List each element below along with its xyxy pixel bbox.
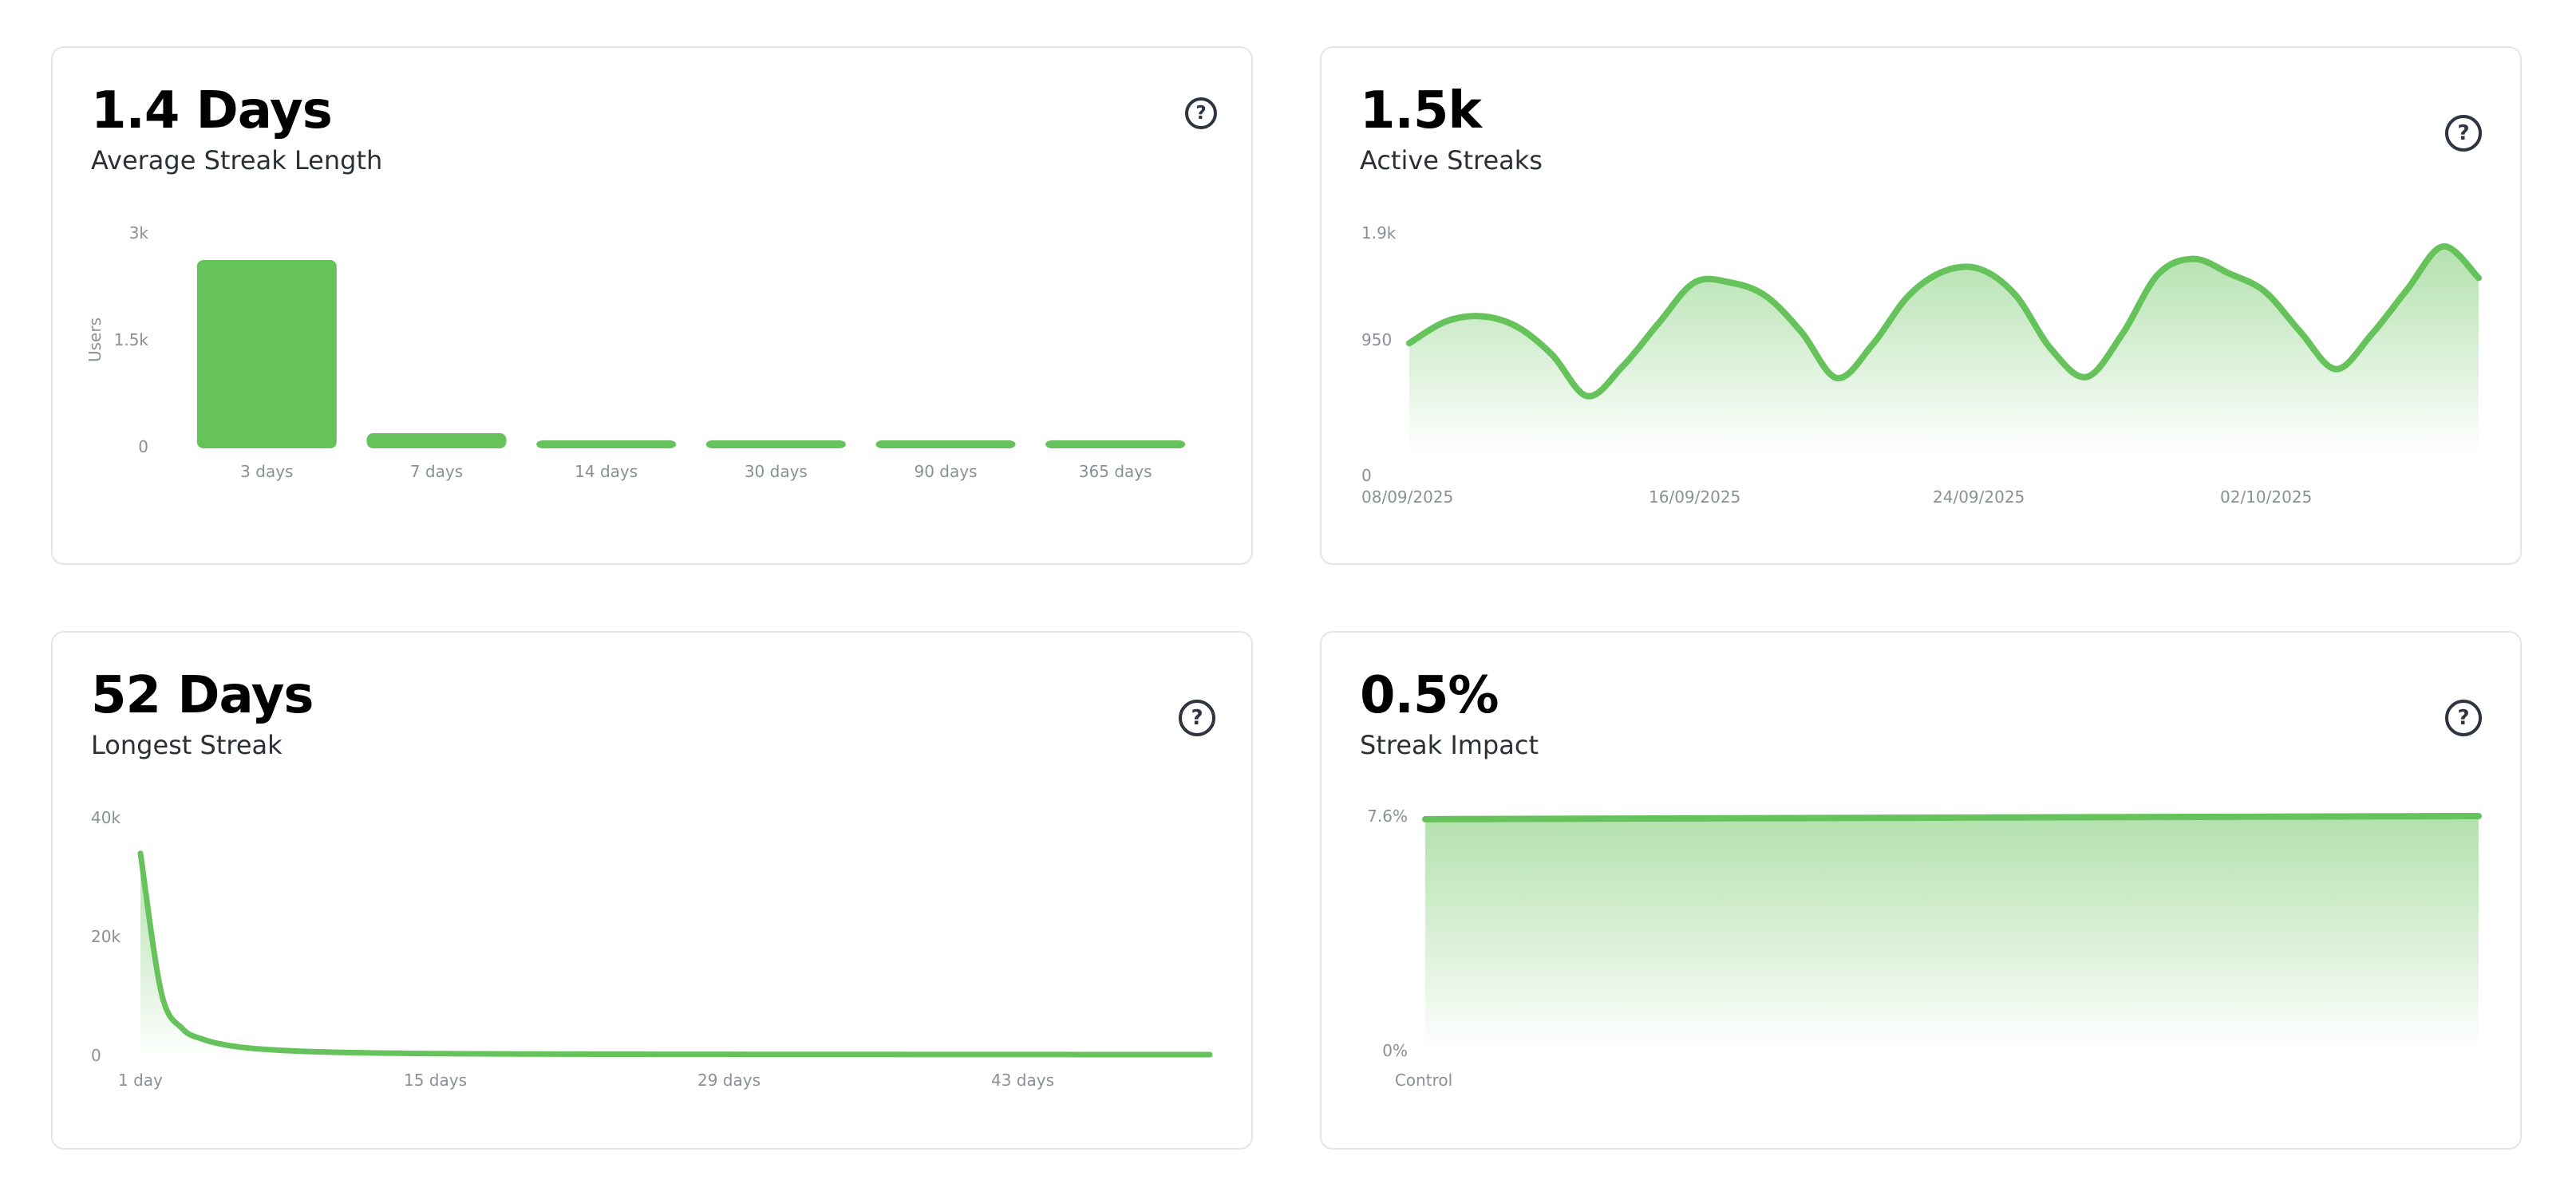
x-tick-label: 7 days [410,462,463,481]
x-tick-label: 16/09/2025 [1649,487,1740,507]
x-tick-label: 3 days [240,462,293,481]
bar [366,433,507,448]
y-tick-label: 0 [1361,466,1372,485]
average-streak-length-card: 1.4 Days Average Streak Length ? 0 1.5k 3k… [51,46,1253,565]
x-tick-label: 29 days [697,1071,761,1090]
y-tick-label: 40k [91,808,121,827]
active-streaks-chart: 0 950 1.9k 08/09/2025 16/09/2025 24/09/2025 02… [1361,223,2482,507]
area-fill [1425,816,2479,1052]
y-axis-label: Users [85,318,105,362]
bar [536,440,677,448]
x-tick-label: 365 days [1079,462,1152,481]
x-tick-label: 90 days [914,462,977,481]
x-tick-label: 24/09/2025 [1933,487,2025,507]
x-tick-label: 30 days [745,462,808,481]
y-tick-label: 950 [1361,330,1392,349]
series-line [1422,813,2482,822]
y-tick-label: 0% [1382,1041,1408,1060]
x-tick-label: 43 days [991,1071,1054,1090]
average-streak-length-chart: 0 1.5k 3k Users 3 days 7 days 14 days 30 days 90… [85,223,1186,481]
longest-streak-chart: 0 20k 40k 1 day 15 days 29 days 43 days [91,808,1213,1090]
y-tick-label: 0 [138,437,148,456]
x-tick-label: 08/09/2025 [1361,487,1453,507]
x-tick-label: 1 day [118,1071,163,1090]
y-tick-label: 7.6% [1367,807,1408,826]
longest-streak-card: 52 Days Longest Streak ? 0 20k 40k 1 day 15 … [51,631,1253,1150]
y-tick-label: 20k [91,927,121,946]
y-tick-label: 1.5k [114,330,149,349]
active-streaks-card: 1.5k Active Streaks ? 0 950 1.9k 08/09/2025… [1320,46,2522,565]
y-tick-label: 0 [91,1046,101,1065]
x-tick-label: Control [1395,1071,1452,1090]
streak-impact-card: 0.5% Streak Impact ? 0% 7.6% Control [1320,631,2522,1150]
series-line [137,850,1213,1058]
x-tick-label: 02/10/2025 [2220,487,2312,507]
area-fill [140,853,1210,1060]
bar [196,259,337,448]
y-tick-label: 3k [129,223,149,243]
x-tick-label: 14 days [575,462,638,481]
bar [705,440,846,448]
x-tick-label: 15 days [404,1071,467,1090]
streak-impact-chart: 0% 7.6% Control [1367,807,2482,1090]
y-tick-label: 1.9k [1361,223,1397,243]
bar [875,440,1016,448]
bar [1045,440,1186,448]
